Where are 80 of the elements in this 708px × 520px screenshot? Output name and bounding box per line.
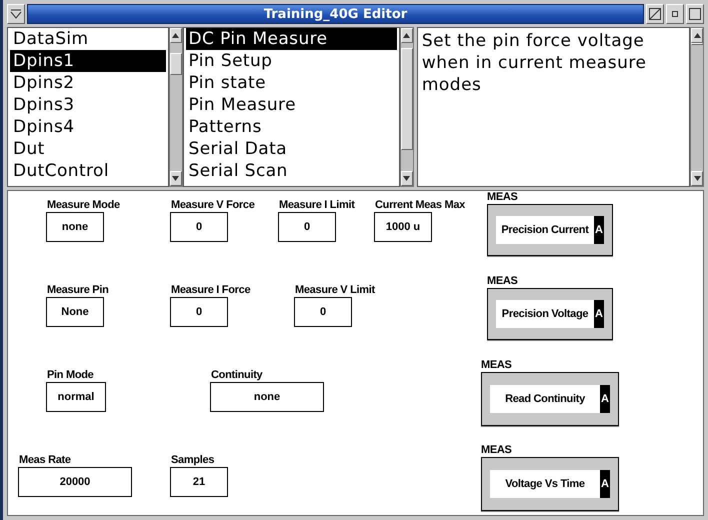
field-label: Measure Mode	[47, 199, 120, 211]
scrollbar-thumb[interactable]	[400, 48, 413, 150]
button-caption: MEAS	[487, 275, 518, 287]
field-label: Measure V Force	[171, 199, 255, 211]
button-badge: A	[594, 216, 604, 244]
value-field[interactable]: 0	[278, 212, 336, 242]
category-item[interactable]: Dpins2	[10, 72, 166, 94]
category-item[interactable]: Dpins1	[10, 50, 166, 72]
minimize-icon	[672, 11, 678, 17]
field-label: Measure Pin	[47, 284, 109, 296]
up-arrow-icon	[694, 33, 701, 38]
button-caption: MEAS	[481, 444, 512, 456]
close-button[interactable]	[686, 4, 704, 24]
button-label: Voltage Vs Time	[490, 470, 600, 498]
value-field[interactable]: none	[210, 382, 324, 412]
value-field[interactable]: 21	[170, 467, 228, 497]
category-item[interactable]: DataSim	[10, 28, 166, 50]
description-text: Set the pin force voltage when in current measure modes	[420, 30, 648, 97]
down-arrow-icon	[172, 176, 180, 181]
scroll-up-button[interactable]	[170, 28, 182, 43]
scrollbar[interactable]	[400, 27, 414, 187]
section-item[interactable]: Pin Measure	[186, 94, 397, 116]
button-badge: A	[600, 385, 610, 413]
maximize-button[interactable]	[646, 4, 664, 24]
value-field[interactable]: None	[46, 297, 104, 327]
measure-button[interactable]: Precision Voltage A	[487, 288, 613, 340]
field-label: Samples	[171, 454, 214, 466]
scroll-down-button[interactable]	[691, 171, 704, 186]
window-menu-button[interactable]	[7, 4, 25, 24]
value-field[interactable]: 0	[170, 297, 228, 327]
value-field[interactable]: 0	[294, 297, 352, 327]
section-item[interactable]: Pin state	[186, 72, 397, 94]
scroll-down-button[interactable]	[400, 171, 413, 186]
maximize-icon	[649, 8, 661, 20]
field-label: Current Meas Max	[375, 199, 465, 211]
section-item[interactable]: DC Pin Measure	[186, 28, 397, 50]
section-item[interactable]: Pin Setup	[186, 50, 397, 72]
field-label: Measure I Limit	[279, 199, 355, 211]
category-item[interactable]: Dpins3	[10, 94, 166, 116]
field-label: Measure I Force	[171, 284, 250, 296]
button-caption: MEAS	[481, 359, 512, 371]
value-field[interactable]: normal	[46, 382, 106, 412]
scroll-up-button[interactable]	[400, 28, 413, 43]
scroll-up-button[interactable]	[691, 28, 704, 43]
value-field[interactable]: 1000 u	[374, 212, 432, 242]
measure-button[interactable]: Voltage Vs Time A	[481, 457, 619, 511]
button-label: Read Continuity	[490, 385, 600, 413]
scrollbar-thumb[interactable]	[691, 43, 704, 45]
button-badge: A	[600, 470, 610, 498]
menu-icon	[10, 9, 22, 19]
window-title: Training_40G Editor	[27, 4, 644, 24]
up-arrow-icon	[172, 33, 180, 38]
square-icon	[689, 8, 701, 20]
section-item[interactable]: Serial Data	[186, 138, 397, 160]
measure-button[interactable]: Read Continuity A	[481, 372, 619, 426]
button-badge: A	[594, 300, 604, 328]
scroll-down-button[interactable]	[170, 171, 182, 186]
value-field[interactable]: 20000	[18, 467, 132, 497]
value-field[interactable]: 0	[170, 212, 228, 242]
scrollbar[interactable]	[690, 27, 704, 187]
minimize-button[interactable]	[666, 4, 684, 24]
measure-button[interactable]: Precision Current A	[487, 204, 613, 256]
down-arrow-icon	[694, 176, 701, 181]
button-caption: MEAS	[487, 191, 518, 203]
field-label: Continuity	[211, 369, 262, 381]
section-item[interactable]: Patterns	[186, 116, 397, 138]
up-arrow-icon	[403, 33, 410, 38]
button-label: Precision Voltage	[496, 300, 594, 328]
section-item[interactable]: Serial Scan	[186, 160, 397, 182]
field-label: Meas Rate	[19, 454, 71, 466]
scrollbar[interactable]	[168, 27, 182, 187]
value-field[interactable]: none	[46, 212, 104, 242]
down-arrow-icon	[403, 176, 410, 181]
category-item[interactable]: DutControl	[10, 160, 166, 182]
button-label: Precision Current	[496, 216, 594, 244]
category-item[interactable]: Dpins4	[10, 116, 166, 138]
category-item[interactable]: Dut	[10, 138, 166, 160]
scrollbar-thumb[interactable]	[170, 53, 182, 75]
field-label: Pin Mode	[47, 369, 94, 381]
field-label: Measure V Limit	[295, 284, 375, 296]
